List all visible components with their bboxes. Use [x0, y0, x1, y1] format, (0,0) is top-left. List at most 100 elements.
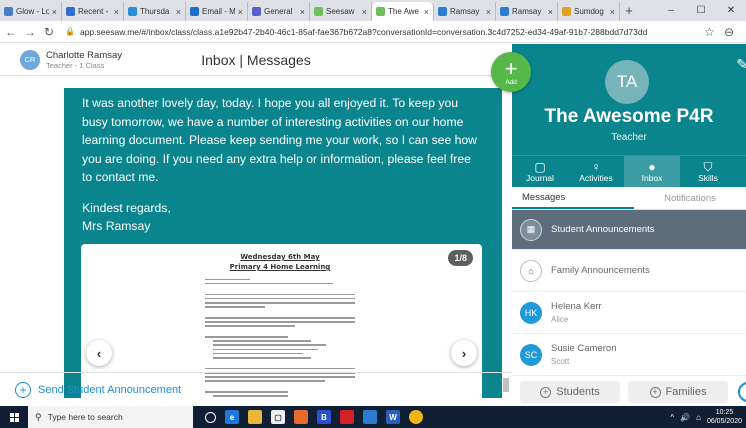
- tab-close-icon[interactable]: ×: [548, 7, 553, 17]
- new-tab-button[interactable]: +: [620, 2, 638, 21]
- network-icon[interactable]: ⌂: [696, 413, 701, 422]
- conversation-list: ▦ Student Announcements ⌂ Family Announc…: [512, 210, 746, 376]
- tab-label: Recent -: [78, 7, 109, 16]
- browser-tab[interactable]: Glow - Lo ×: [0, 2, 62, 21]
- user-subtitle: Teacher - 1 Class: [46, 60, 105, 70]
- window-controls: – ☐ ✕: [656, 0, 746, 21]
- edge-icon[interactable]: e: [225, 410, 239, 424]
- send-announcement-button[interactable]: Send Student Announcement: [38, 384, 181, 396]
- tab-label: Ramsay: [450, 7, 480, 16]
- class-nav: ▢ Journal ♀ Activities ● Inbox ⛉ Skills: [512, 155, 746, 187]
- students-button[interactable]: + Students: [520, 381, 620, 403]
- nav-journal-label: Journal: [526, 172, 554, 183]
- previous-page-button[interactable]: ‹: [86, 340, 112, 366]
- conversation-student-announcements[interactable]: ▦ Student Announcements: [512, 210, 746, 250]
- message-body: It was another lovely day, today. I hope…: [82, 96, 477, 184]
- lock-icon: 🔒: [65, 27, 75, 36]
- next-page-button[interactable]: ›: [451, 340, 477, 366]
- tab-close-icon[interactable]: ×: [300, 7, 305, 17]
- address-bar: ← → ↻ 🔒 app.seesaw.me/#/inbox/class/clas…: [0, 21, 746, 43]
- user-avatar[interactable]: CR: [20, 49, 40, 70]
- app-red-icon[interactable]: [340, 410, 354, 424]
- class-role: Teacher: [611, 132, 647, 143]
- tab-close-icon[interactable]: ×: [176, 7, 181, 17]
- close-window-button[interactable]: ✕: [716, 5, 746, 16]
- tab-close-icon[interactable]: ×: [424, 7, 429, 17]
- class-avatar[interactable]: TA: [605, 60, 649, 104]
- conversation-helena-kerr[interactable]: HK Helena Kerr Alice: [512, 292, 746, 334]
- families-button[interactable]: + Families: [628, 381, 728, 403]
- tab-close-icon[interactable]: ×: [486, 7, 491, 17]
- back-icon[interactable]: ←: [3, 25, 19, 39]
- document-title-date: Wednesday 6th May: [240, 253, 320, 261]
- taskbar-search[interactable]: ⚲ Type here to search: [28, 406, 193, 428]
- system-tray: ^ 🔊 ⌂ 10:25 06/05/2020: [670, 408, 742, 426]
- paint-icon[interactable]: [294, 410, 308, 424]
- message-signoff: Kindest regards,: [82, 200, 171, 215]
- browser-tab[interactable]: The Awe ×: [372, 2, 434, 21]
- volume-icon[interactable]: 🔊: [680, 413, 690, 422]
- browser-tab[interactable]: Ramsay ×: [496, 2, 558, 21]
- tab-close-icon[interactable]: ×: [114, 7, 119, 17]
- url-field[interactable]: 🔒 app.seesaw.me/#/inbox/class/class.a1e9…: [65, 23, 704, 40]
- message-bubble: It was another lovely day, today. I hope…: [64, 88, 502, 398]
- edit-icon[interactable]: ✎: [736, 56, 746, 73]
- clock-date: 06/05/2020: [706, 418, 742, 425]
- nav-journal[interactable]: ▢ Journal: [512, 156, 568, 187]
- app-b-icon[interactable]: B: [317, 410, 331, 424]
- conversation-susie-cameron[interactable]: SC Susie Cameron Scott: [512, 334, 746, 376]
- plus-icon: +: [504, 55, 518, 81]
- taskbar-search-placeholder: Type here to search: [47, 412, 123, 422]
- forward-icon[interactable]: →: [22, 25, 38, 39]
- help-button[interactable]: [738, 382, 746, 402]
- tab-close-icon[interactable]: ×: [52, 7, 57, 17]
- page-counter: 1/8: [448, 250, 473, 266]
- browser-tab[interactable]: Ramsay ×: [434, 2, 496, 21]
- tab-close-icon[interactable]: ×: [610, 7, 615, 17]
- browser-tab[interactable]: Recent - ×: [62, 2, 124, 21]
- add-button[interactable]: + Add: [491, 52, 531, 92]
- user-name: Charlotte Ramsay: [46, 49, 123, 61]
- tab-close-icon[interactable]: ×: [362, 7, 367, 17]
- tab-favicon-icon: [562, 7, 571, 16]
- nav-skills[interactable]: ⛉ Skills: [680, 156, 736, 187]
- tray-chevron-icon[interactable]: ^: [670, 413, 674, 422]
- browser-tab[interactable]: Thursda ×: [124, 2, 186, 21]
- message-scrollbar[interactable]: [503, 82, 510, 392]
- maximize-button[interactable]: ☐: [686, 5, 716, 16]
- profile-icon[interactable]: ⊖: [724, 25, 734, 39]
- contact-avatar: SC: [520, 343, 542, 366]
- tab-notifications[interactable]: Notifications: [634, 187, 746, 209]
- add-button-label: Add: [505, 78, 517, 86]
- browser-tab[interactable]: General ×: [248, 2, 310, 21]
- tab-label: Glow - Lo: [16, 7, 49, 16]
- reload-icon[interactable]: ↻: [41, 25, 57, 39]
- user-info[interactable]: Charlotte Ramsay Teacher - 1 Class: [46, 50, 122, 70]
- conversation-family-announcements[interactable]: ⌂ Family Announcements: [512, 250, 746, 292]
- minimize-button[interactable]: –: [656, 5, 686, 16]
- nav-activities[interactable]: ♀ Activities: [568, 156, 624, 187]
- file-explorer-icon[interactable]: [248, 410, 262, 424]
- star-icon[interactable]: ☆: [704, 25, 715, 39]
- tab-close-icon[interactable]: ×: [238, 7, 243, 17]
- word-icon[interactable]: W: [386, 410, 400, 424]
- chrome-icon[interactable]: [409, 410, 423, 424]
- windows-start-icon[interactable]: [0, 412, 28, 422]
- plus-circle-icon: +: [540, 386, 552, 398]
- journal-icon: ▢: [534, 159, 546, 174]
- browser-tab[interactable]: Seesaw ×: [310, 2, 372, 21]
- nav-skills-label: Skills: [698, 172, 718, 183]
- skills-icon: ⛉: [703, 159, 713, 174]
- app-folder-icon[interactable]: [363, 410, 377, 424]
- tab-favicon-icon: [190, 7, 199, 16]
- nav-inbox[interactable]: ● Inbox: [624, 156, 680, 187]
- students-label: Students: [556, 386, 600, 398]
- browser-tab-bar: Glow - Lo × Recent - × Thursda × Email - M × Gen…: [0, 0, 746, 21]
- task-view-icon[interactable]: [205, 411, 216, 423]
- store-icon[interactable]: ▢: [271, 410, 285, 424]
- clock[interactable]: 10:25 06/05/2020: [707, 408, 742, 426]
- browser-tab[interactable]: Email - M ×: [186, 2, 248, 21]
- browser-tab[interactable]: Sumdog ×: [558, 2, 620, 21]
- tab-messages[interactable]: Messages: [512, 187, 634, 209]
- plus-circle-icon[interactable]: +: [15, 381, 31, 398]
